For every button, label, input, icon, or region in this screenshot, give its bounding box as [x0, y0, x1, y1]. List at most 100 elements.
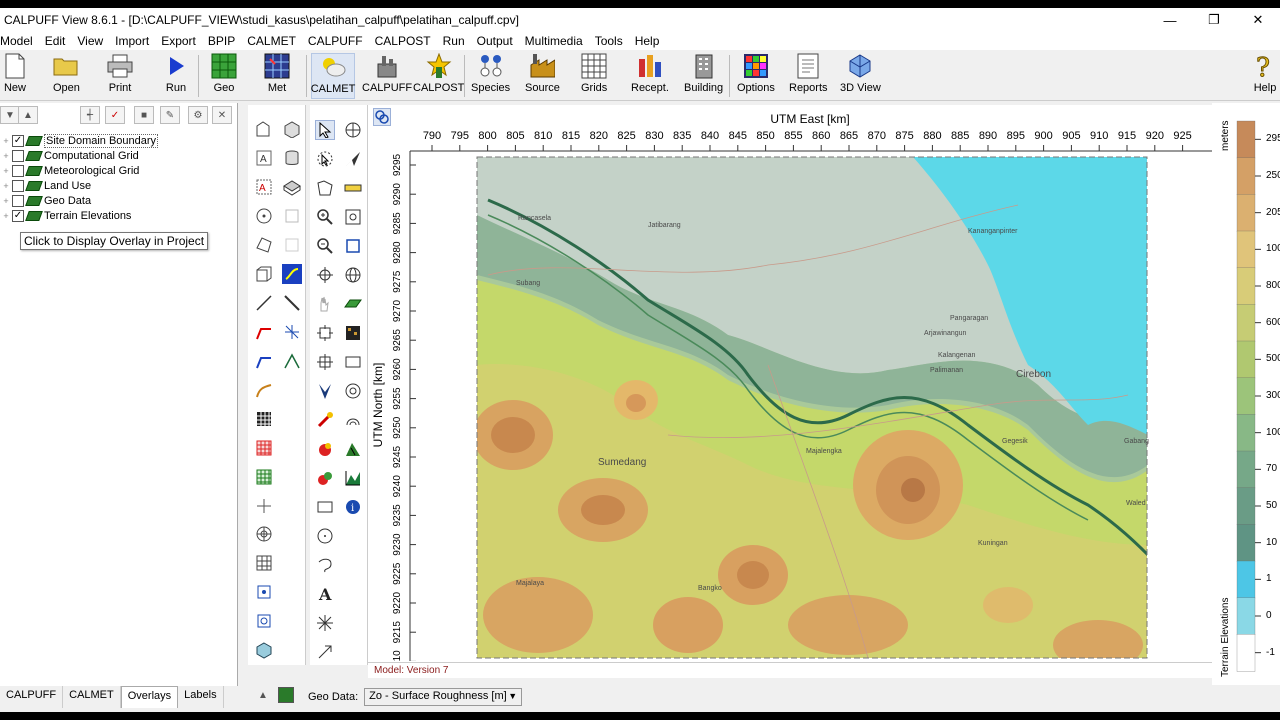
- ruler-icon[interactable]: [343, 178, 363, 198]
- tree-item-geo-data[interactable]: + Geo Data: [0, 193, 238, 208]
- source-point-icon[interactable]: [315, 410, 335, 430]
- menu-view[interactable]: View: [71, 34, 109, 48]
- menu-multimedia[interactable]: Multimedia: [519, 34, 589, 48]
- menu-import[interactable]: Import: [109, 34, 155, 48]
- zoom-in-icon[interactable]: [315, 207, 335, 227]
- zoom-window-icon[interactable]: [343, 236, 363, 256]
- expand-icon[interactable]: +: [0, 211, 12, 221]
- red-polyline-icon[interactable]: [254, 322, 274, 342]
- layer-plane-icon[interactable]: [343, 294, 363, 314]
- tab-overlays[interactable]: Overlays: [120, 686, 179, 708]
- checkbox[interactable]: [12, 194, 24, 207]
- menu-calmet[interactable]: CALMET: [241, 34, 302, 48]
- zoom-out-icon[interactable]: [315, 236, 335, 256]
- menu-calpuff[interactable]: CALPUFF: [302, 34, 369, 48]
- pointer-icon[interactable]: [315, 120, 335, 140]
- grids-button[interactable]: Grids: [581, 53, 607, 99]
- tree-item-site-domain[interactable]: + ✓ Site Domain Boundary: [0, 133, 238, 148]
- tree-item-land-use[interactable]: + Land Use: [0, 178, 238, 193]
- help-button[interactable]: ? Help: [1252, 53, 1278, 99]
- open-button[interactable]: Open: [53, 53, 80, 99]
- zoom-extent-icon[interactable]: [343, 207, 363, 227]
- reports-button[interactable]: Reports: [789, 53, 828, 99]
- asterisk-icon[interactable]: [315, 613, 335, 633]
- menu-run[interactable]: Run: [437, 34, 471, 48]
- checkbox[interactable]: [12, 179, 24, 192]
- options-button[interactable]: Options: [737, 53, 775, 99]
- cube-icon[interactable]: [254, 640, 274, 660]
- pan-hand-icon[interactable]: [315, 294, 335, 314]
- select-region-icon[interactable]: [315, 149, 335, 169]
- geo-button[interactable]: Geo: [211, 53, 237, 99]
- box-icon[interactable]: [254, 264, 274, 284]
- peak-icon[interactable]: [282, 351, 302, 371]
- arrow-icon[interactable]: [315, 642, 335, 662]
- checkbox-checked[interactable]: ✓: [12, 209, 24, 222]
- radar-icon[interactable]: [254, 524, 274, 544]
- calpuff-button[interactable]: CALPUFF: [362, 53, 412, 99]
- checkbox[interactable]: [12, 164, 24, 177]
- info-icon[interactable]: i: [343, 497, 363, 517]
- tier-icon[interactable]: [282, 177, 302, 197]
- crosshair-icon[interactable]: [254, 496, 274, 516]
- tab-calpuff[interactable]: CALPUFF: [0, 686, 64, 708]
- orange-line-icon[interactable]: [254, 380, 274, 400]
- building-draw-icon[interactable]: [254, 119, 274, 139]
- target-icon[interactable]: [254, 206, 274, 226]
- expand-icon[interactable]: +: [0, 136, 12, 146]
- new-button[interactable]: New: [2, 53, 28, 99]
- check-all-icon[interactable]: ✓: [105, 106, 125, 124]
- grid-black-icon[interactable]: [254, 409, 274, 429]
- center-icon[interactable]: [315, 265, 335, 285]
- menu-help[interactable]: Help: [629, 34, 666, 48]
- map-view[interactable]: 790 795 800 805 810 815 820 825 830 835 840 845 850 8…: [368, 105, 1212, 677]
- menu-model[interactable]: Model: [0, 34, 39, 48]
- collapse-up-icon[interactable]: ▲: [18, 106, 38, 124]
- lasso-icon[interactable]: [315, 555, 335, 575]
- line-icon[interactable]: [254, 293, 274, 313]
- minimize-button[interactable]: —: [1148, 8, 1192, 32]
- compass-icon[interactable]: [343, 120, 363, 140]
- receptor-point-icon[interactable]: [254, 582, 274, 602]
- geo-data-select[interactable]: Zo - Surface Roughness [m] ▼: [364, 688, 523, 706]
- menu-bpip[interactable]: BPIP: [202, 34, 241, 48]
- resize-icon[interactable]: [315, 352, 335, 372]
- globe-icon[interactable]: [343, 265, 363, 285]
- pen-icon[interactable]: ✎: [160, 106, 180, 124]
- layer-tool-icon[interactable]: ┽: [80, 106, 100, 124]
- rectangle-icon[interactable]: [315, 497, 335, 517]
- polygon-icon[interactable]: [254, 235, 274, 255]
- grid-red-icon[interactable]: [254, 438, 274, 458]
- close-button[interactable]: ✕: [1236, 8, 1280, 32]
- checkbox-checked[interactable]: ✓: [12, 134, 24, 147]
- print-button[interactable]: Print: [107, 53, 133, 99]
- node-icon[interactable]: [282, 322, 302, 342]
- receptor-ring-icon[interactable]: [254, 611, 274, 631]
- terrain-map[interactable]: 790 795 800 805 810 815 820 825 830 835 840 845 850 8…: [368, 105, 1212, 661]
- plume-icon[interactable]: [343, 439, 363, 459]
- volume-source-icon[interactable]: [315, 468, 335, 488]
- send-icon[interactable]: [343, 149, 363, 169]
- tab-calmet[interactable]: CALMET: [63, 686, 121, 708]
- raster-icon[interactable]: [343, 323, 363, 343]
- collapse-down-icon[interactable]: ▼: [0, 106, 20, 124]
- edit-layer-icon[interactable]: ⚙: [188, 106, 208, 124]
- tree-item-computational-grid[interactable]: + Computational Grid: [0, 148, 238, 163]
- cylinder-icon[interactable]: [282, 148, 302, 168]
- text-tool-icon[interactable]: A: [315, 584, 335, 604]
- tree-item-terrain-elevations[interactable]: + ✓ Terrain Elevations: [0, 208, 238, 223]
- color-fill-icon[interactable]: [282, 264, 302, 284]
- calpost-button[interactable]: CALPOST: [413, 53, 464, 99]
- view3d-button[interactable]: 3D View: [840, 53, 881, 99]
- menu-tools[interactable]: Tools: [589, 34, 629, 48]
- met-button[interactable]: Met: [264, 53, 290, 99]
- area-source-icon[interactable]: [315, 439, 335, 459]
- text-box-icon[interactable]: A: [254, 148, 274, 168]
- expand-icon[interactable]: +: [0, 166, 12, 176]
- menu-edit[interactable]: Edit: [39, 34, 72, 48]
- frame-icon[interactable]: [343, 352, 363, 372]
- edit-text-icon[interactable]: A: [254, 177, 274, 197]
- circle-icon[interactable]: [315, 526, 335, 546]
- lock-icon[interactable]: ■: [134, 106, 154, 124]
- blue-polyline-icon[interactable]: [254, 351, 274, 371]
